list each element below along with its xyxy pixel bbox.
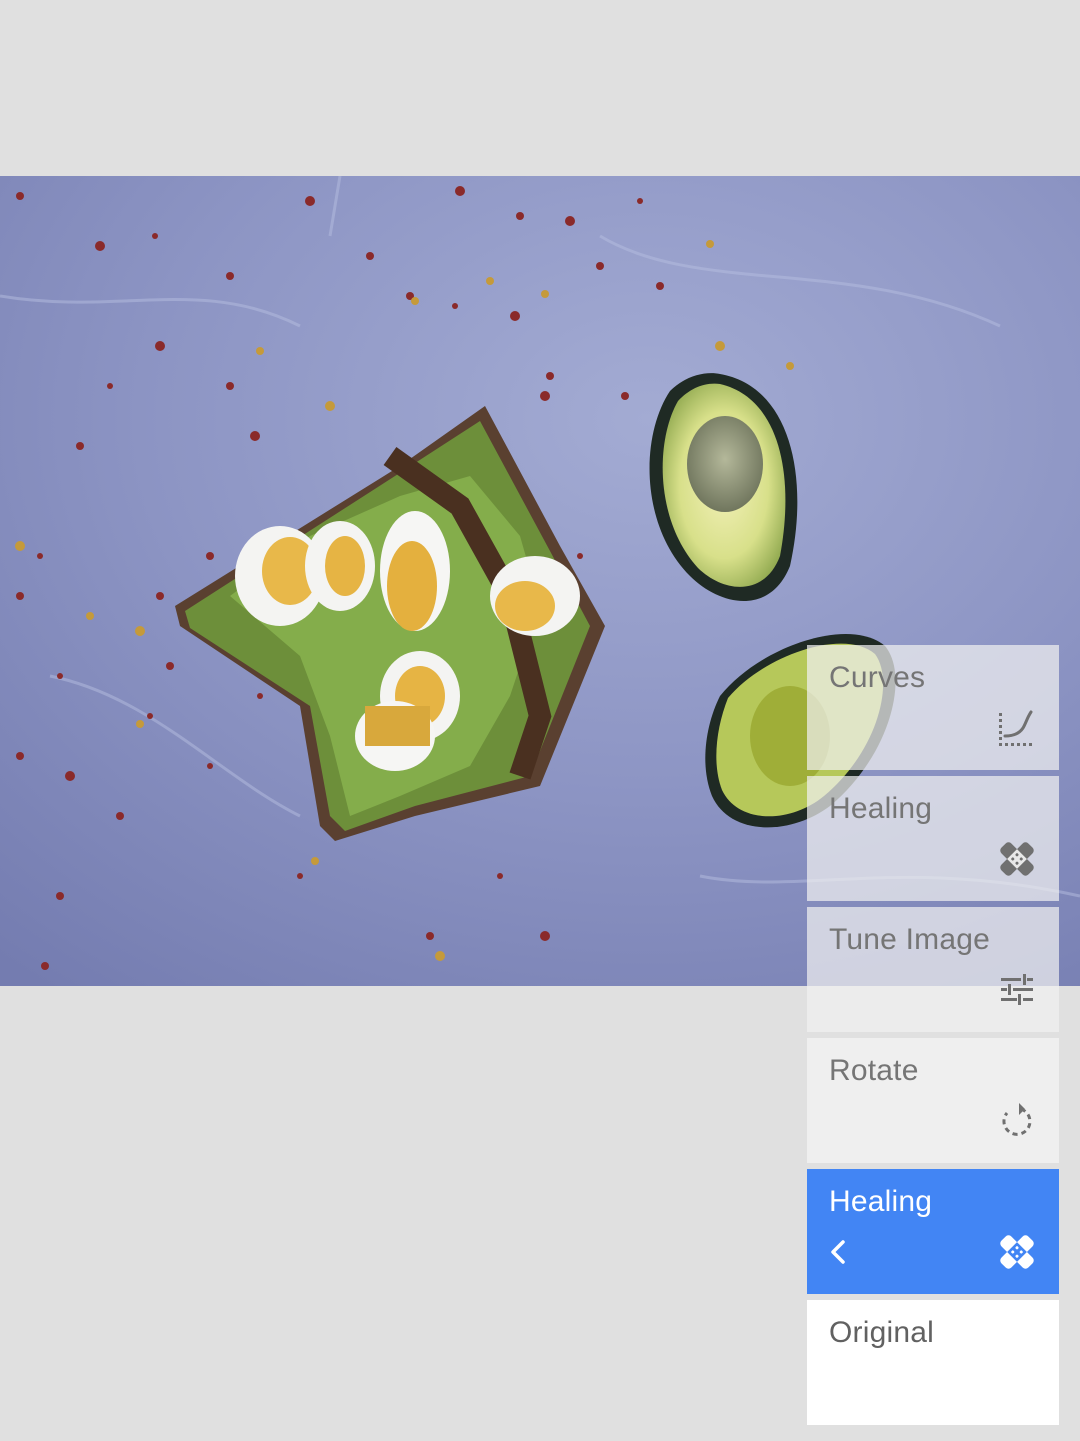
history-item-label: Rotate	[829, 1054, 919, 1087]
history-item-label: Healing	[829, 1185, 933, 1218]
curves-icon	[999, 710, 1033, 746]
history-item-label: Tune Image	[829, 923, 990, 956]
rotate-icon	[1002, 1103, 1032, 1136]
history-stack: Curves Healing Tune Image Rotate Healing…	[807, 645, 1059, 1431]
history-item-label: Original	[829, 1316, 934, 1349]
chevron-left-icon[interactable]	[823, 1236, 855, 1268]
history-item-label: Healing	[829, 792, 933, 825]
healing-icon	[1000, 842, 1034, 876]
history-item-healing-active[interactable]: Healing	[807, 1169, 1059, 1294]
tune-image-icon	[1001, 974, 1033, 1005]
history-item-healing[interactable]: Healing	[807, 776, 1059, 901]
history-item-tune-image[interactable]: Tune Image	[807, 907, 1059, 1032]
history-item-original[interactable]: Original	[807, 1300, 1059, 1425]
history-item-rotate[interactable]: Rotate	[807, 1038, 1059, 1163]
editor-screen: Curves Healing Tune Image Rotate Healing…	[0, 0, 1080, 1441]
healing-icon	[1000, 1235, 1034, 1269]
history-item-curves[interactable]: Curves	[807, 645, 1059, 770]
history-item-label: Curves	[829, 661, 926, 694]
